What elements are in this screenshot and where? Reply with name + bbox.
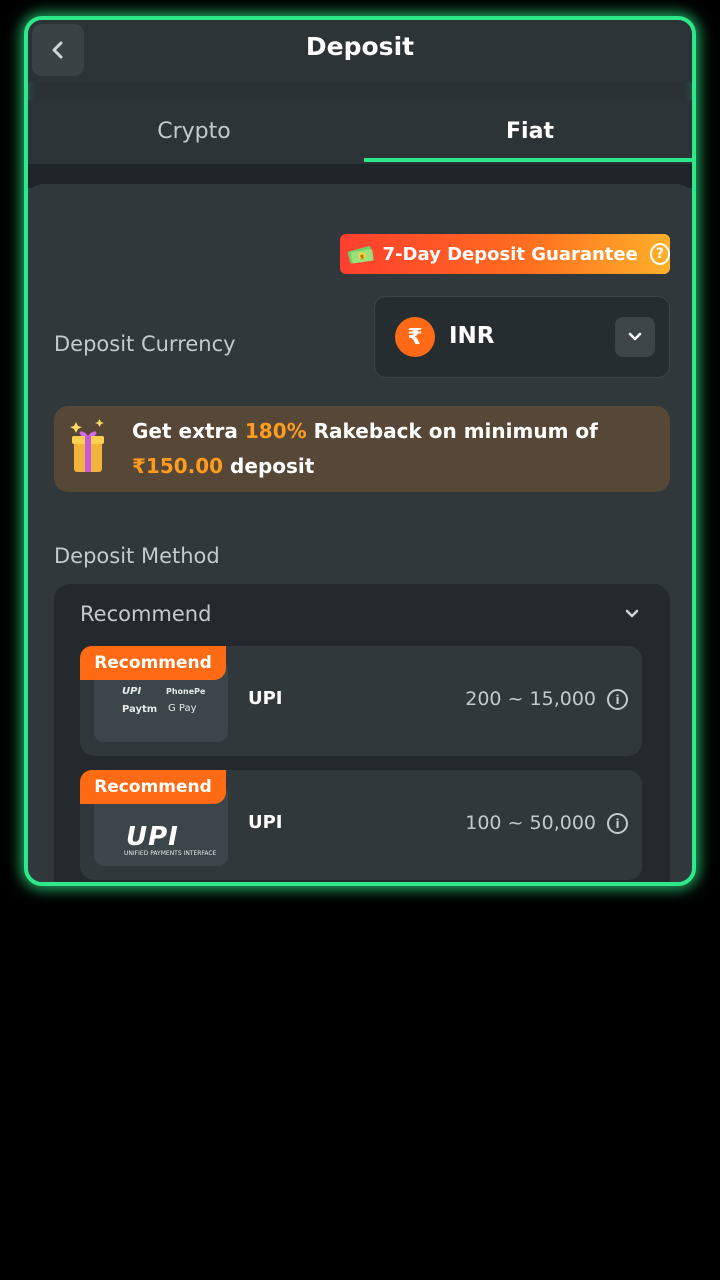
method-group: Recommend UPI PhonePe Paytm G Pay Recomm… — [54, 584, 670, 882]
svg-text:$: $ — [360, 253, 364, 260]
deposit-content: $ 7-Day Deposit Guarantee ? Deposit Curr… — [28, 184, 692, 882]
logo-phonepe-text: PhonePe — [166, 687, 206, 696]
logo-paytm-text: Paytm — [122, 704, 158, 715]
info-icon[interactable]: i — [607, 813, 628, 834]
promo-prefix: Get extra — [132, 419, 245, 443]
help-icon[interactable]: ? — [649, 243, 670, 265]
payment-method-card[interactable]: UPI UNIFIED PAYMENTS INTERFACE Recommend… — [80, 770, 642, 880]
payment-method-card[interactable]: UPI PhonePe Paytm G Pay Recommend UPI 20… — [80, 646, 642, 756]
chevron-down-icon — [628, 332, 642, 341]
chevron-down-icon[interactable] — [624, 608, 640, 620]
active-tab-indicator — [364, 158, 692, 162]
method-name: UPI — [248, 812, 283, 833]
currency-label: Deposit Currency — [54, 332, 236, 356]
header: Deposit — [28, 20, 692, 82]
promo-middle: Rakeback on minimum of — [306, 419, 598, 443]
tab-crypto[interactable]: Crypto — [28, 100, 360, 164]
logo-gpay-text: G Pay — [168, 703, 197, 714]
method-range: 100 ~ 50,000 — [465, 812, 596, 834]
currency-code: INR — [449, 323, 495, 349]
guarantee-banner[interactable]: $ 7-Day Deposit Guarantee ? — [340, 234, 670, 274]
method-name: UPI — [248, 688, 283, 709]
logo-upi-text: UPI — [122, 686, 142, 697]
promo-suffix: deposit — [223, 454, 315, 478]
promo-percent: 180% — [244, 419, 307, 443]
money-icon: $ — [347, 246, 374, 264]
promo-amount: ₹150.00 — [132, 454, 224, 478]
info-icon[interactable]: i — [607, 689, 628, 710]
logo-upi-subtitle: UNIFIED PAYMENTS INTERFACE — [124, 850, 217, 857]
tab-fiat[interactable]: Fiat — [364, 100, 692, 164]
currency-select[interactable]: ₹ INR — [374, 296, 670, 378]
recommend-badge: Recommend — [80, 770, 226, 804]
tab-bar: Crypto Fiat — [28, 100, 692, 164]
rakeback-promo: Get extra 180% Rakeback on minimum of ₹15… — [54, 406, 670, 492]
deposit-modal: Deposit Crypto Fiat $ 7-Day Deposit Guar… — [24, 16, 696, 886]
rupee-icon: ₹ — [395, 317, 435, 357]
guarantee-label: 7-Day Deposit Guarantee — [382, 243, 638, 265]
gift-icon — [70, 419, 104, 472]
promo-text: Get extra 180% Rakeback on minimum of ₹15… — [132, 414, 598, 484]
page-title: Deposit — [305, 32, 415, 61]
currency-dropdown-button[interactable] — [615, 317, 655, 357]
deposit-method-label: Deposit Method — [54, 544, 220, 568]
group-title[interactable]: Recommend — [80, 602, 211, 626]
logo-upi-text: UPI — [126, 822, 179, 852]
recommend-badge: Recommend — [80, 646, 226, 680]
method-range: 200 ~ 15,000 — [465, 688, 596, 710]
